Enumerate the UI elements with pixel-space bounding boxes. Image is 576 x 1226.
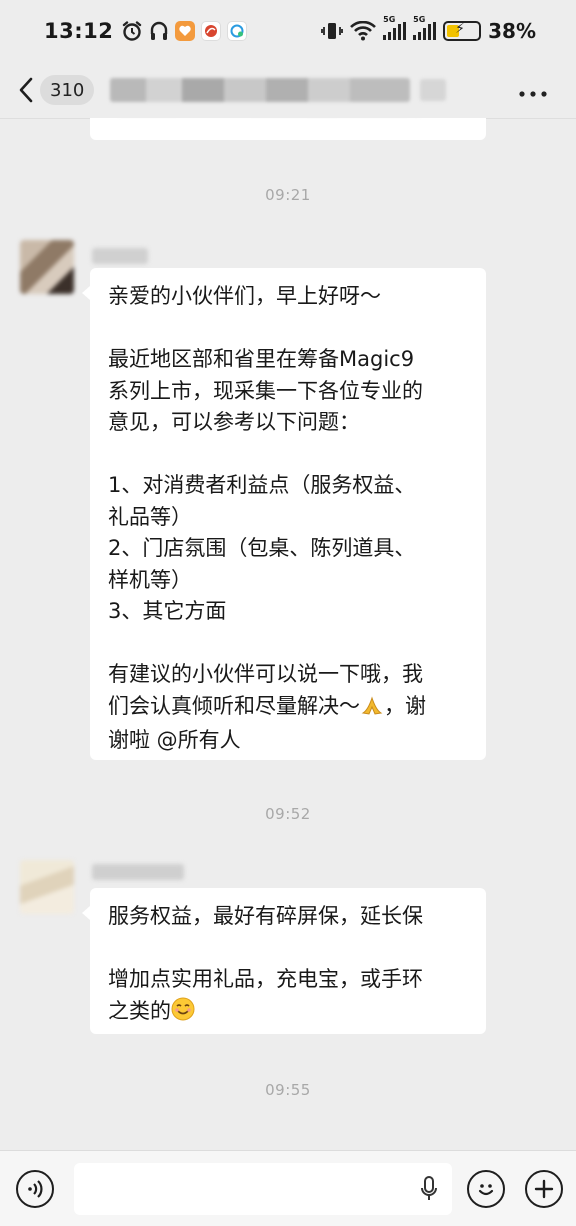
message-text: 服务权益，最好有碎屏保，延长保 增加点实用礼品，充电宝，或手环 之类的 bbox=[108, 901, 468, 1030]
more-icon bbox=[519, 91, 547, 97]
plus-icon bbox=[534, 1179, 554, 1198]
headphones-icon bbox=[151, 21, 168, 40]
back-chevron-icon bbox=[19, 77, 33, 103]
chat-title-mute-redacted bbox=[420, 79, 447, 101]
avatar[interactable] bbox=[20, 240, 74, 294]
message-text-main: 服务权益，最好有碎屏保，延长保 增加点实用礼品，充电宝，或手环 之类的 bbox=[108, 904, 423, 1023]
voice-icon bbox=[28, 1179, 43, 1198]
emoji-icon bbox=[478, 1183, 494, 1195]
message-text: 亲爱的小伙伴们，早上好呀～ 最近地区部和省里在筹备Magic9 系列上市，现采集… bbox=[108, 281, 468, 757]
chat-title-redacted bbox=[110, 78, 411, 102]
red-app-icon bbox=[201, 21, 222, 41]
charging-bolt-icon: ⚡ bbox=[455, 21, 465, 37]
message-input[interactable] bbox=[74, 1162, 452, 1215]
vibrate-icon bbox=[321, 23, 344, 39]
status-bar: 13:12 5G 5G ⚡ 38% bbox=[0, 0, 576, 62]
chat-app-icon bbox=[227, 21, 248, 41]
chat-header: 310 bbox=[0, 62, 576, 118]
network-type-1: 5G bbox=[383, 15, 396, 24]
praying-hands-emoji bbox=[360, 694, 384, 726]
message-list[interactable]: 09:21 亲爱的小伙伴们，早上好呀～ 最近地区部和省里在筹备Magic9 系列… bbox=[0, 118, 576, 1148]
avatar[interactable] bbox=[20, 860, 74, 914]
timestamp: 09:55 bbox=[265, 1081, 311, 1099]
smiling-face-emoji bbox=[171, 997, 195, 1031]
input-bar bbox=[0, 1150, 576, 1226]
sender-name-redacted bbox=[92, 864, 184, 880]
timestamp: 09:21 bbox=[265, 186, 311, 204]
mic-icon[interactable] bbox=[420, 1175, 438, 1202]
orange-app-icon bbox=[175, 21, 196, 41]
status-notification-icons bbox=[121, 20, 248, 42]
status-time: 13:12 bbox=[44, 19, 114, 43]
bubble-tail bbox=[82, 906, 90, 920]
plus-button[interactable] bbox=[525, 1169, 563, 1208]
battery-percent: 38% bbox=[488, 19, 536, 43]
previous-message-bubble[interactable] bbox=[90, 118, 486, 140]
message-text-main: 亲爱的小伙伴们，早上好呀～ 最近地区部和省里在筹备Magic9 系列上市，现采集… bbox=[108, 284, 423, 718]
unread-count-badge: 310 bbox=[40, 75, 95, 105]
more-button[interactable] bbox=[518, 75, 548, 105]
signal-icon: 5G bbox=[383, 15, 407, 40]
sender-name-redacted bbox=[92, 248, 148, 264]
message-bubble[interactable]: 亲爱的小伙伴们，早上好呀～ 最近地区部和省里在筹备Magic9 系列上市，现采集… bbox=[82, 268, 486, 760]
status-system-icons: 5G 5G ⚡ 38% bbox=[321, 15, 536, 43]
battery-icon: ⚡ bbox=[443, 21, 482, 41]
voice-button[interactable] bbox=[16, 1169, 54, 1208]
signal-icon-2: 5G bbox=[413, 15, 437, 40]
timestamp: 09:52 bbox=[265, 805, 311, 823]
network-type-2: 5G bbox=[413, 15, 426, 24]
emoji-button[interactable] bbox=[467, 1169, 505, 1208]
back-button[interactable]: 310 bbox=[18, 75, 95, 105]
wifi-icon bbox=[350, 21, 377, 41]
alarm-icon bbox=[123, 21, 142, 41]
message-bubble[interactable]: 服务权益，最好有碎屏保，延长保 增加点实用礼品，充电宝，或手环 之类的 bbox=[82, 888, 486, 1034]
bubble-tail bbox=[82, 286, 90, 300]
